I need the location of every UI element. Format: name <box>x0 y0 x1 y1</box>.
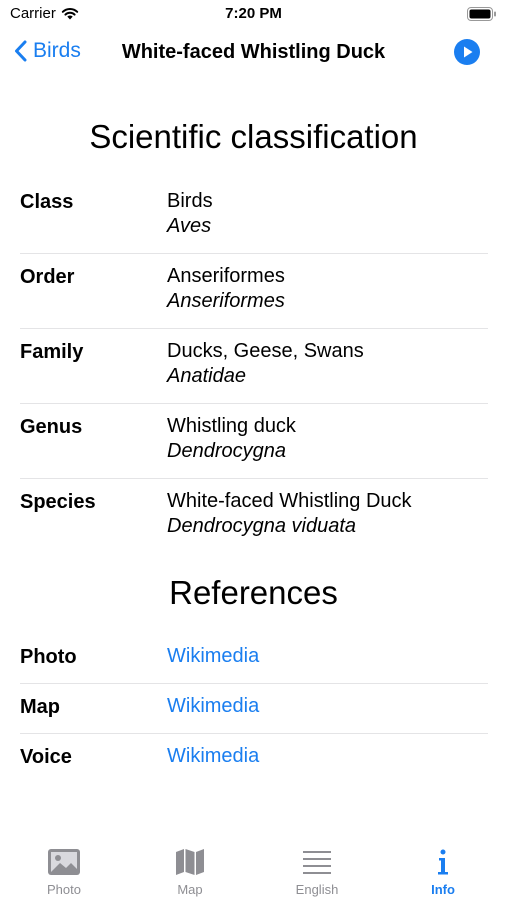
navigation-bar: Birds White-faced Whistling Duck <box>0 32 507 74</box>
map-source-link[interactable]: Wikimedia <box>167 694 259 719</box>
scientific-name: Dendrocygna viduata <box>167 515 357 537</box>
row-label: Family <box>20 341 84 363</box>
row-label: Voice <box>20 746 72 768</box>
tab-map-label: Map <box>177 882 203 897</box>
list-icon <box>303 851 331 874</box>
status-bar: Carrier 7:20 PM <box>0 0 507 28</box>
reference-row-map: Map Wikimedia <box>20 691 488 734</box>
photo-icon <box>48 849 80 875</box>
row-value: Anseriformes Anseriformes <box>167 264 285 314</box>
common-name: Ducks, Geese, Swans <box>167 340 364 362</box>
battery-icon <box>467 7 496 21</box>
scientific-name: Anatidae <box>167 365 246 387</box>
classification-row-species: Species White-faced Whistling Duck Dendr… <box>20 486 488 553</box>
scientific-name: Aves <box>167 215 212 237</box>
classification-row-genus: Genus Whistling duck Dendrocygna <box>20 411 488 479</box>
tab-map[interactable]: Map <box>150 848 230 897</box>
map-icon <box>176 849 204 875</box>
row-value: Birds Aves <box>167 189 213 239</box>
scientific-name: Anseriformes <box>167 290 285 312</box>
tab-photo[interactable]: Photo <box>24 848 104 897</box>
play-button[interactable] <box>453 38 481 66</box>
row-label: Order <box>20 266 75 288</box>
common-name: Anseriformes <box>167 265 285 287</box>
classification-heading: Scientific classification <box>89 118 418 155</box>
tab-info-label: Info <box>431 882 455 897</box>
tab-bar: Photo Map English Info <box>0 838 507 900</box>
row-value: White-faced Whistling Duck Dendrocygna v… <box>167 489 412 539</box>
scientific-name: Dendrocygna <box>167 440 286 462</box>
row-value: Whistling duck Dendrocygna <box>167 414 296 464</box>
common-name: Birds <box>167 190 213 212</box>
classification-row-order: Order Anseriformes Anseriformes <box>20 261 488 329</box>
page-title: White-faced Whistling Duck <box>121 41 386 63</box>
info-icon <box>438 849 448 875</box>
voice-source-link[interactable]: Wikimedia <box>167 744 259 769</box>
reference-row-photo: Photo Wikimedia <box>20 641 488 684</box>
common-name: White-faced Whistling Duck <box>167 490 412 512</box>
references-heading: References <box>169 574 338 611</box>
row-label: Class <box>20 191 74 213</box>
row-label: Map <box>20 696 60 718</box>
tab-english-label: English <box>295 882 339 897</box>
row-label: Species <box>20 491 96 513</box>
classification-row-class: Class Birds Aves <box>20 186 488 254</box>
classification-row-family: Family Ducks, Geese, Swans Anatidae <box>20 336 488 404</box>
tab-photo-label: Photo <box>47 882 81 897</box>
common-name: Whistling duck <box>167 415 296 437</box>
clock: 7:20 PM <box>225 5 282 22</box>
tab-info[interactable]: Info <box>403 848 483 897</box>
row-value: Ducks, Geese, Swans Anatidae <box>167 339 364 389</box>
row-label: Photo <box>20 646 77 668</box>
photo-source-link[interactable]: Wikimedia <box>167 644 259 669</box>
reference-row-voice: Voice Wikimedia <box>20 741 488 783</box>
row-label: Genus <box>20 416 83 438</box>
tab-english[interactable]: English <box>277 848 357 897</box>
